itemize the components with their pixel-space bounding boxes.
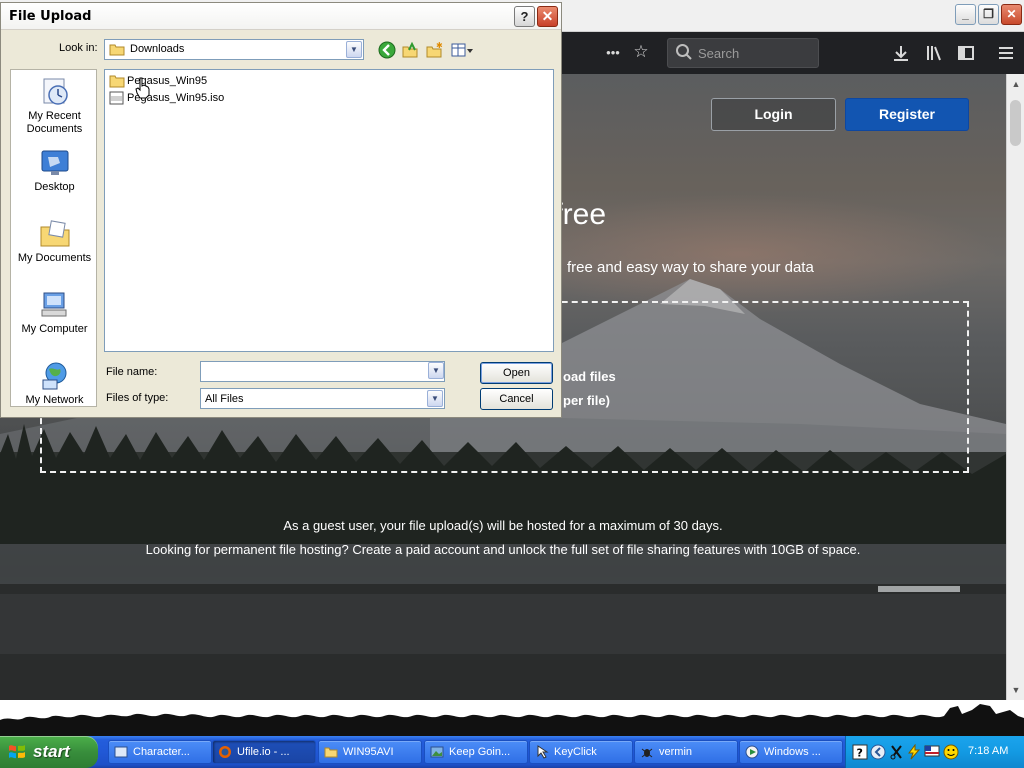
files-of-type-label: Files of type: xyxy=(106,392,169,404)
search-box[interactable] xyxy=(667,38,819,68)
media-player-icon xyxy=(745,745,759,759)
place-my-recent-documents[interactable]: My Recent Documents xyxy=(11,76,98,136)
my-documents-icon xyxy=(40,220,69,247)
place-my-computer[interactable]: My Computer xyxy=(11,289,98,336)
paid-account-note: Looking for permanent file hosting? Crea… xyxy=(145,542,861,557)
taskbar-button-windows[interactable]: Windows ... xyxy=(739,740,843,764)
folder-icon xyxy=(109,44,125,56)
files-of-type-dropdown[interactable]: All Files ▼ xyxy=(200,388,445,409)
file-name-label: File name: xyxy=(106,366,158,378)
taskbar: start Character... Ufile.io - ... WIN95A… xyxy=(0,736,1024,768)
scissors-icon[interactable] xyxy=(889,744,905,760)
dialog-title: File Upload xyxy=(9,9,92,24)
lightning-icon[interactable] xyxy=(906,744,922,760)
start-button[interactable]: start xyxy=(0,736,98,768)
look-in-dropdown[interactable]: Downloads ▼ xyxy=(104,39,364,60)
help-icon[interactable]: ? xyxy=(852,744,868,760)
register-button[interactable]: Register xyxy=(845,98,969,131)
files-of-type-value: All Files xyxy=(205,393,244,405)
flag-icon[interactable] xyxy=(924,744,940,760)
up-folder-icon[interactable] xyxy=(401,41,419,59)
taskbar-button-character[interactable]: Character... xyxy=(108,740,212,764)
desktop-icon xyxy=(41,150,68,175)
bug-icon xyxy=(641,748,653,758)
place-label: My Network xyxy=(25,394,84,406)
back-icon[interactable] xyxy=(378,41,396,59)
chevron-left-icon[interactable] xyxy=(870,744,886,760)
place-label: My Documents xyxy=(17,252,92,264)
downloads-icon[interactable] xyxy=(892,44,910,62)
place-label: My Recent Documents xyxy=(26,110,83,135)
svg-text:?: ? xyxy=(857,747,863,760)
places-bar: My Recent Documents Desktop My Documents xyxy=(10,69,97,407)
minimize-button[interactable]: _ xyxy=(955,4,976,25)
image-icon xyxy=(430,746,444,758)
iso-file-icon xyxy=(109,91,124,105)
page-footer-strip xyxy=(0,700,1024,736)
scroll-up-arrow-icon[interactable]: ▲ xyxy=(1008,76,1024,92)
folder-icon xyxy=(324,747,338,758)
my-network-icon xyxy=(42,362,66,390)
dialog-help-button[interactable]: ? xyxy=(514,6,535,27)
bookmark-star-icon[interactable]: ☆ xyxy=(630,42,652,62)
new-folder-icon[interactable]: ✱ xyxy=(425,41,443,59)
smiley-icon[interactable] xyxy=(943,744,959,760)
file-name-input[interactable] xyxy=(200,361,445,382)
place-my-network[interactable]: My Network xyxy=(11,360,98,407)
scroll-down-arrow-icon[interactable]: ▼ xyxy=(1008,682,1024,698)
page-scrollbar[interactable]: ▲ ▼ xyxy=(1006,74,1024,700)
search-input[interactable] xyxy=(698,44,813,62)
dropzone-size-limit: per file) xyxy=(563,393,610,408)
file-list[interactable]: Pegasus_Win95 Pegasus_Win95.iso xyxy=(104,69,554,352)
open-button[interactable]: Open xyxy=(480,362,553,384)
folder-icon xyxy=(109,75,125,88)
views-menu-icon[interactable] xyxy=(450,41,474,59)
menu-hamburger-icon[interactable] xyxy=(997,44,1015,62)
my-computer-icon xyxy=(41,292,66,317)
chevron-down-icon[interactable]: ▼ xyxy=(428,362,444,379)
look-in-value: Downloads xyxy=(130,43,185,55)
library-icon[interactable] xyxy=(925,44,943,62)
taskbar-button-ufile[interactable]: Ufile.io - ... xyxy=(212,740,316,764)
scrollbar-thumb[interactable] xyxy=(1010,100,1021,146)
audience-silhouette xyxy=(0,704,1024,736)
dropzone-instruction: oad files xyxy=(563,369,616,384)
hero-subtitle: free and easy way to share your data xyxy=(567,259,814,276)
keyclick-icon xyxy=(537,745,549,759)
taskbar-button-win95avi[interactable]: WIN95AVI xyxy=(318,740,422,764)
look-in-label: Look in: xyxy=(59,42,98,54)
svg-text:✱: ✱ xyxy=(436,41,443,50)
start-label: start xyxy=(33,742,70,761)
place-my-documents[interactable]: My Documents xyxy=(11,218,98,265)
dialog-titlebar[interactable]: File Upload ? ✕ xyxy=(1,3,561,30)
cancel-button[interactable]: Cancel xyxy=(480,388,553,410)
taskbar-button-keyclick[interactable]: KeyClick xyxy=(529,740,633,764)
windows-flag-icon xyxy=(9,745,25,759)
window-app-icon xyxy=(114,746,128,758)
clock: 7:18 AM xyxy=(968,745,1009,757)
dialog-close-button[interactable]: ✕ xyxy=(537,6,558,27)
restore-button[interactable]: ❐ xyxy=(978,4,999,25)
search-icon xyxy=(676,44,692,60)
place-label: Desktop xyxy=(34,181,75,193)
place-desktop[interactable]: Desktop xyxy=(11,147,98,194)
taskbar-button-keep-going[interactable]: Keep Goin... xyxy=(424,740,528,764)
browser-close-button[interactable]: ✕ xyxy=(1001,4,1022,25)
file-upload-dialog: File Upload ? ✕ Look in: Downloads ▼ ✱ M… xyxy=(0,2,562,418)
guest-hosting-note: As a guest user, your file upload(s) wil… xyxy=(283,518,723,533)
recent-documents-icon xyxy=(43,78,68,105)
hand-cursor-icon xyxy=(135,77,150,99)
login-button[interactable]: Login xyxy=(711,98,836,131)
firefox-icon xyxy=(219,746,231,758)
taskbar-button-vermin[interactable]: vermin xyxy=(634,740,738,764)
chevron-down-icon[interactable]: ▼ xyxy=(346,41,362,58)
system-tray: ? 7:18 AM xyxy=(845,736,1024,768)
chevron-down-icon[interactable]: ▼ xyxy=(427,390,443,407)
sidebar-icon[interactable] xyxy=(957,44,975,62)
page-actions-button[interactable]: ••• xyxy=(602,43,624,63)
place-label: My Computer xyxy=(21,323,88,335)
